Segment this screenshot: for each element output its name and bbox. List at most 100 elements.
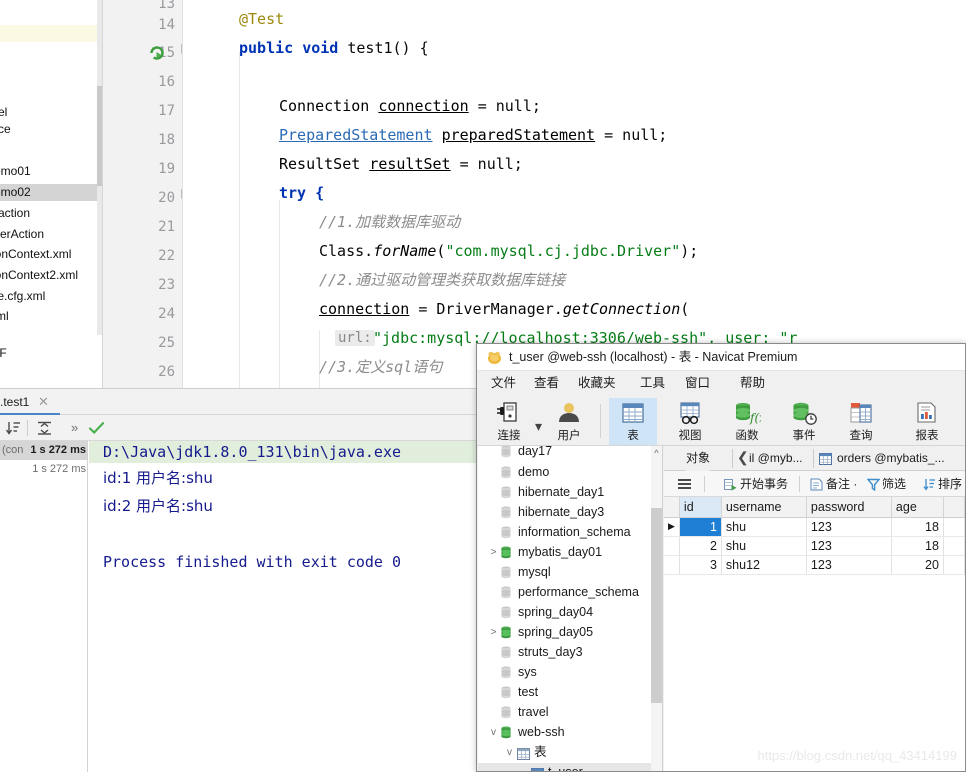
toolbar-view-button[interactable]: 视图 (666, 398, 714, 445)
cell-password[interactable]: 123 (806, 517, 892, 537)
transaction-icon[interactable] (724, 478, 737, 496)
collapse-all-icon[interactable] (36, 420, 53, 437)
cell-password[interactable]: 123 (806, 536, 892, 556)
toolbar-table-button[interactable]: 表 (609, 398, 657, 445)
navicat-menu-bar[interactable]: 文件 查看 收藏夹 工具 窗口 帮助 (477, 371, 965, 396)
navicat-database-tree[interactable]: day17 demo hibernate_day1 hibernate_day3… (478, 446, 663, 771)
navicat-grid-toolbar[interactable]: 开始事务 备注 · 筛选 排序 (664, 471, 965, 497)
tree-item-mysql[interactable]: mysql (478, 563, 662, 582)
test-tree-row[interactable]: 1 s 272 ms (0, 460, 87, 479)
chevron-up-icon[interactable]: ^ (651, 446, 662, 460)
connection-dropdown-icon[interactable]: ▾ (535, 418, 542, 435)
tree-item-information-schema[interactable]: information_schema (478, 523, 662, 542)
project-item[interactable]: action (0, 205, 30, 222)
tree-item-sys[interactable]: sys (478, 663, 662, 682)
cell-age[interactable]: 18 (891, 517, 944, 537)
project-item[interactable]: ml (0, 308, 9, 325)
navicat-toolbar[interactable]: 连接 ▾ 用户 表 视图 f(函数 事件 查询 报表 (477, 396, 965, 446)
navicat-title-bar[interactable]: t_user @web-ssh (localhost) - 表 - Navica… (477, 344, 965, 371)
tree-item-hibernate-day1[interactable]: hibernate_day1 (478, 483, 662, 502)
navicat-object-tabs[interactable]: 对象 ❮ il @myb... orders @mybatis_... (664, 446, 965, 471)
sort-alphabetically-icon[interactable] (5, 420, 22, 437)
table-row[interactable]: 3 shu12 123 20 (664, 555, 965, 575)
chevron-right-icon[interactable]: > (488, 623, 499, 642)
filter-button[interactable]: 筛选 (882, 471, 906, 497)
tab-orders-mybatis[interactable]: orders @mybatis_... (837, 446, 945, 471)
tree-item-struts-day3[interactable]: struts_day3 (478, 643, 662, 662)
cell-username[interactable]: shu (721, 517, 807, 537)
toolbar-connection-button[interactable]: 连接 (485, 398, 533, 445)
navicat-window[interactable]: t_user @web-ssh (localhost) - 表 - Navica… (476, 343, 966, 772)
cell-username[interactable]: shu (721, 536, 807, 556)
cell-id[interactable]: 1 (679, 517, 722, 537)
test-results-tree[interactable]: (con 1 s 272 ms 1 s 272 ms (0, 441, 88, 772)
project-item[interactable]: ionContext2.xml (0, 267, 78, 284)
toolbar-overflow-icon[interactable]: » (71, 415, 84, 441)
table-row[interactable]: ▶ 1 shu 123 18 (664, 517, 965, 537)
table-row[interactable]: 2 shu 123 18 (664, 536, 965, 556)
tree-item-spring-day04[interactable]: spring_day04 (478, 603, 662, 622)
data-table[interactable]: id username password age ▶ 1 shu 123 18 … (664, 497, 965, 575)
note-button[interactable]: 备注 · (826, 471, 857, 497)
hamburger-icon[interactable] (677, 477, 692, 496)
note-icon[interactable] (810, 478, 823, 496)
menu-view[interactable]: 查看 (534, 371, 559, 396)
tab-detail-mybatis[interactable]: il @myb... (749, 446, 803, 471)
chevron-right-icon[interactable]: > (488, 543, 499, 562)
filter-icon[interactable] (866, 478, 881, 496)
project-item-selected[interactable]: emo02 (0, 184, 97, 201)
tree-item-t-user[interactable]: t_user (478, 763, 662, 771)
tree-item-spring-day05[interactable]: > spring_day05 (478, 623, 662, 642)
tab-test1[interactable]: .test1 (0, 389, 35, 415)
menu-tools[interactable]: 工具 (640, 371, 665, 396)
menu-help[interactable]: 帮助 (740, 371, 765, 396)
tree-item-demo[interactable]: demo (478, 463, 662, 482)
toolbar-query-button[interactable]: 查询 (837, 398, 885, 445)
menu-window[interactable]: 窗口 (685, 371, 710, 396)
tree-item-tables-folder[interactable]: v 表 (478, 743, 662, 762)
column-header-id[interactable]: id (679, 497, 722, 518)
toolbar-event-button[interactable]: 事件 (780, 398, 828, 445)
column-header-password[interactable]: password (806, 497, 892, 518)
cell-password[interactable]: 123 (806, 555, 892, 575)
cell-age[interactable]: 20 (891, 555, 944, 575)
project-item[interactable]: el (0, 104, 7, 121)
project-item[interactable]: ce (0, 121, 11, 138)
chevron-down-icon[interactable]: v (504, 743, 515, 762)
tree-item-performance-schema[interactable]: performance_schema (478, 583, 662, 602)
tab-objects[interactable]: 对象 (686, 446, 711, 471)
cell-username[interactable]: shu12 (721, 555, 807, 575)
tree-item-day17[interactable]: day17 (478, 446, 662, 461)
tree-item-web-ssh[interactable]: v web-ssh (478, 723, 662, 742)
tree-item-test[interactable]: test (478, 683, 662, 702)
toolbar-report-button[interactable]: 报表 (903, 398, 951, 445)
project-item[interactable]: te.cfg.xml (0, 288, 45, 305)
tree-item-travel[interactable]: travel (478, 703, 662, 722)
start-transaction-button[interactable]: 开始事务 (740, 471, 788, 497)
tab-close-icon[interactable]: ✕ (38, 389, 49, 415)
menu-favorites[interactable]: 收藏夹 (578, 371, 616, 396)
test-tree-row[interactable]: (con 1 s 272 ms (0, 441, 87, 460)
tree-scrollbar-thumb[interactable] (651, 508, 662, 703)
project-tree-panel[interactable]: el ce emo01 emo02 action serAction ionCo… (0, 0, 103, 388)
back-chevron-icon[interactable]: ❮ (737, 449, 749, 466)
tree-item-mybatis-day01[interactable]: > mybatis_day01 (478, 543, 662, 562)
code-editor[interactable]: @Test public void test1() { Connection c… (183, 0, 966, 388)
cell-age[interactable]: 18 (891, 536, 944, 556)
menu-file[interactable]: 文件 (491, 371, 516, 396)
column-header-username[interactable]: username (721, 497, 807, 518)
chevron-down-icon[interactable]: v (488, 723, 499, 742)
column-header-age[interactable]: age (891, 497, 944, 518)
sort-icon[interactable] (923, 478, 936, 496)
toolbar-function-button[interactable]: f(x) 函数 (723, 398, 771, 445)
project-scrollbar-thumb[interactable] (97, 86, 102, 186)
project-item[interactable]: emo01 (0, 163, 31, 180)
cell-id[interactable]: 2 (679, 536, 722, 556)
console-output[interactable]: D:\Java\jdk1.8.0_131\bin\java.exe id:1 用… (89, 441, 480, 772)
editor-gutter[interactable]: 13 14 15 16 17 18 19 20 21 22 23 24 25 2… (103, 0, 194, 388)
sort-button[interactable]: 排序 (938, 471, 962, 497)
toolbar-user-button[interactable]: 用户 (545, 398, 593, 445)
project-item[interactable]: serAction (0, 226, 44, 243)
tree-item-hibernate-day3[interactable]: hibernate_day3 (478, 503, 662, 522)
project-item[interactable]: IF (0, 345, 7, 362)
